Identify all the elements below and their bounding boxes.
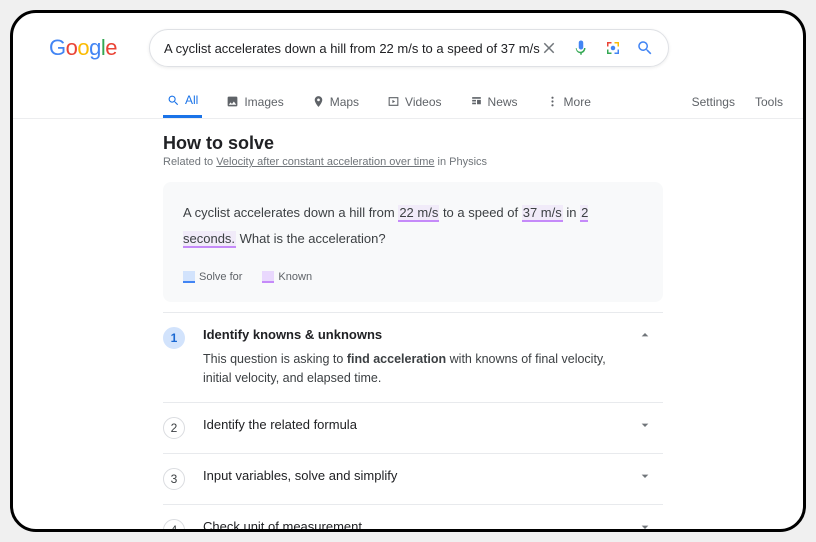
steps-list: 1 Identify knowns & unknowns This questi… xyxy=(163,312,663,529)
chevron-up-icon xyxy=(637,327,657,348)
problem-card: A cyclist accelerates down a hill from 2… xyxy=(163,182,663,302)
step-1[interactable]: 1 Identify knowns & unknowns This questi… xyxy=(163,312,663,402)
results-content: How to solve Related to Velocity after c… xyxy=(13,119,663,529)
step-4-title: Check unit of measurement xyxy=(203,519,619,530)
tab-all[interactable]: All xyxy=(163,85,202,118)
related-line: Related to Velocity after constant accel… xyxy=(163,156,663,168)
mic-icon[interactable] xyxy=(572,39,590,57)
search-icons xyxy=(540,39,654,57)
settings-link[interactable]: Settings xyxy=(692,95,735,109)
step-2[interactable]: 2 Identify the related formula xyxy=(163,402,663,453)
page: Google All xyxy=(13,13,803,529)
step-4-number: 4 xyxy=(163,519,185,530)
chevron-down-icon xyxy=(637,468,657,489)
device-frame: Google All xyxy=(10,10,806,532)
known-final-velocity: 37 m/s xyxy=(522,205,563,222)
step-3-number: 3 xyxy=(163,468,185,490)
known-initial-velocity: 22 m/s xyxy=(398,205,439,222)
legend: Solve for Known xyxy=(183,266,643,288)
clear-icon[interactable] xyxy=(540,39,558,57)
related-link[interactable]: Velocity after constant acceleration ove… xyxy=(216,156,434,168)
tabs-row: All Images Maps Videos News More Setting… xyxy=(13,85,803,119)
step-2-number: 2 xyxy=(163,417,185,439)
search-icon[interactable] xyxy=(636,39,654,57)
tab-news[interactable]: News xyxy=(466,85,522,118)
lens-icon[interactable] xyxy=(604,39,622,57)
google-logo[interactable]: Google xyxy=(49,35,117,61)
known-swatch xyxy=(262,271,274,283)
solve-for-swatch xyxy=(183,271,195,283)
search-input[interactable] xyxy=(164,41,540,56)
step-3[interactable]: 3 Input variables, solve and simplify xyxy=(163,453,663,504)
chevron-down-icon xyxy=(637,417,657,438)
step-2-title: Identify the related formula xyxy=(203,417,619,432)
step-3-title: Input variables, solve and simplify xyxy=(203,468,619,483)
top-bar: Google xyxy=(13,29,803,67)
step-1-number: 1 xyxy=(163,327,185,349)
legend-solve-for: Solve for xyxy=(183,266,242,288)
tab-more[interactable]: More xyxy=(542,85,595,118)
search-bar[interactable] xyxy=(149,29,669,67)
step-1-desc: This question is asking to find accelera… xyxy=(203,350,619,388)
tab-maps[interactable]: Maps xyxy=(308,85,363,118)
chevron-down-icon xyxy=(637,519,657,530)
tools-link[interactable]: Tools xyxy=(755,95,783,109)
step-4[interactable]: 4 Check unit of measurement xyxy=(163,504,663,530)
problem-text: A cyclist accelerates down a hill from 2… xyxy=(183,200,643,252)
step-1-title: Identify knowns & unknowns xyxy=(203,327,619,342)
legend-known: Known xyxy=(262,266,312,288)
tab-images[interactable]: Images xyxy=(222,85,287,118)
tab-videos[interactable]: Videos xyxy=(383,85,445,118)
how-to-solve-title: How to solve xyxy=(163,133,663,154)
